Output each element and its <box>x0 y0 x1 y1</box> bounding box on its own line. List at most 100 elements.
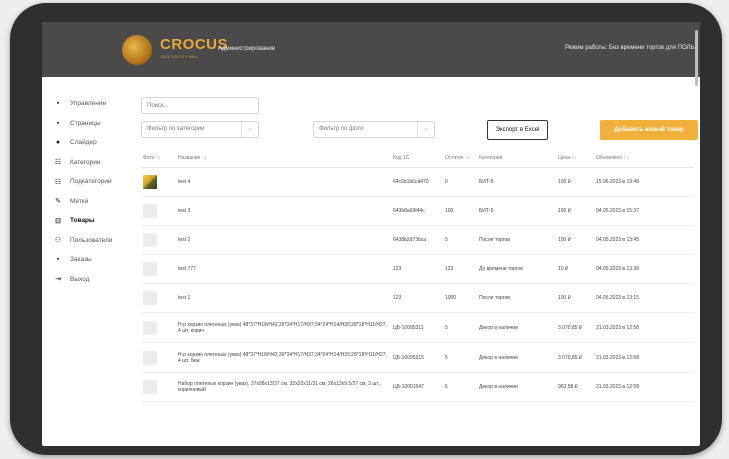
cell-stock: 100 <box>443 196 477 226</box>
table-row[interactable]: test 777 123 123 До времени торгов 10 ₽04.05… <box>141 254 694 284</box>
sidebar-item-0[interactable]: ▪ Управление <box>42 94 138 114</box>
table-row[interactable]: test 4 64c0b1b6c4470 0 БИТ-5 100 ₽15.06.2023… <box>141 167 694 197</box>
column-header[interactable]: Название ↑↓ <box>176 148 391 168</box>
category-filter-select[interactable]: Фильтр по категории ⌄ <box>141 121 259 138</box>
scrollbar[interactable] <box>695 30 698 86</box>
photo-cell <box>141 283 176 313</box>
photo-filter-select[interactable]: Фильтр по фото ⌄ <box>313 121 435 138</box>
photo-filter-placeholder: Фильтр по фото <box>319 126 364 132</box>
cell-category: После торгов <box>477 283 556 313</box>
image-placeholder-icon[interactable] <box>143 320 157 335</box>
sidebar-item-label: Слайдер <box>70 139 97 147</box>
cell-updated: 04.05.2023 в 13:38 <box>594 254 694 284</box>
photo-cell <box>141 196 176 226</box>
sidebar-item-8[interactable]: ▪ Заказы <box>42 250 138 270</box>
cell-category: Декор в наличии <box>477 312 556 343</box>
products-icon: ⊡ <box>55 217 61 225</box>
photo-cell <box>141 342 176 373</box>
crocus-logo-icon[interactable] <box>122 35 152 65</box>
table-row[interactable]: Набор плетеных корзин (уваз), 37х28х13/3… <box>141 372 694 402</box>
column-header[interactable]: Цена ↑↓ <box>556 148 594 168</box>
sidebar-item-label: Товары <box>70 217 95 225</box>
cell-stock: 5 <box>443 225 477 255</box>
sidebar-item-6[interactable]: ⊡ Товары <box>42 211 138 231</box>
cell-code: 64c0b1b6c4470 <box>391 167 443 197</box>
photo-cell <box>141 312 176 343</box>
image-placeholder-icon[interactable] <box>143 291 157 305</box>
table-row[interactable]: Н-р корзин плетеных (уваз) 48*37*Н18/Н42… <box>141 342 694 373</box>
sidebar-item-5[interactable]: ✎ Метки <box>42 192 138 212</box>
cell-name[interactable]: test 2 <box>176 225 391 255</box>
cell-stock: 123 <box>443 254 477 284</box>
subcategories-icon: ☷ <box>54 178 62 186</box>
cell-category: После торгов <box>477 225 556 255</box>
sidebar: ▪ Управление ▪ Страницы ● Слайдер ☷ Категории ☷ П… <box>42 94 138 289</box>
sidebar-item-label: Пользователи <box>70 236 113 244</box>
sidebar-item-label: Управление <box>70 100 107 108</box>
table-row[interactable]: test 2 6438b2d73bca 5 После торгов 100 ₽04.0… <box>141 225 694 255</box>
table-row[interactable]: Н-р корзин плетеных (уваз) 48*37*Н18/Н42… <box>141 312 694 343</box>
column-header[interactable]: Обновлено ↑↓ <box>594 148 694 168</box>
cell-code: 123 <box>391 254 443 284</box>
cell-category: Декор в наличии <box>477 372 556 402</box>
cell-name[interactable]: Набор плетеных корзин (уваз), 37х28х13/3… <box>176 372 391 402</box>
cell-price: 100 ₽ <box>556 167 594 197</box>
logo-subtitle: CROCUS CITY HALL <box>160 54 199 59</box>
column-header[interactable]: Фото ↑↓ <box>141 148 176 168</box>
cell-name[interactable]: test 3 <box>176 196 391 226</box>
table-header-row: Фото ↑↓ Название ↑↓ Код 1С Остаток ↑↓ Катего… <box>141 148 694 168</box>
sidebar-item-2[interactable]: ● Слайдер <box>42 133 138 153</box>
table-row[interactable]: test 1 123 1000 После торгов 100 ₽04.05.2023… <box>141 283 694 313</box>
admin-title: Администрирование <box>218 46 276 52</box>
cell-updated: 21.03.2023 в 12:58 <box>594 372 694 402</box>
image-placeholder-icon[interactable] <box>143 262 157 276</box>
export-excel-button[interactable]: Экспорт в Excel <box>487 120 548 140</box>
pages-icon: ▪ <box>56 119 60 127</box>
add-product-button[interactable]: Добавить новый товар <box>600 120 698 140</box>
cell-updated: 04.05.2023 в 13:45 <box>594 225 694 255</box>
sidebar-item-9[interactable]: ⇥ Выход <box>42 270 138 290</box>
sidebar-item-4[interactable]: ☷ Подкатегории <box>42 172 138 192</box>
cell-price: 3 070,85 ₽ <box>556 312 594 343</box>
cell-code: 6438b2d73bca <box>391 225 443 255</box>
logout-icon: ⇥ <box>55 276 61 284</box>
photo-cell <box>141 372 176 402</box>
cell-name[interactable]: test 4 <box>176 167 391 197</box>
image-placeholder-icon[interactable] <box>143 233 157 247</box>
category-filter-placeholder: Фильтр по категории <box>147 126 205 132</box>
sidebar-item-7[interactable]: ⚇ Пользователи <box>42 231 138 251</box>
cell-stock: 0 <box>443 167 477 197</box>
dashboard-icon: ▪ <box>56 100 60 108</box>
cell-category: БИТ-5 <box>477 167 556 197</box>
cell-updated: 21.03.2023 в 12:58 <box>594 342 694 373</box>
cell-name[interactable]: test 1 <box>176 283 391 313</box>
column-header[interactable]: Остаток ↑↓ <box>443 148 477 168</box>
column-header[interactable]: Категория <box>477 148 556 168</box>
cell-code: ЦБ-10001547 <box>391 372 443 402</box>
search-input[interactable]: Поиск... <box>141 97 259 114</box>
cell-code: ЦБ-10095315 <box>391 342 443 373</box>
column-header[interactable]: Код 1С <box>391 148 443 168</box>
image-placeholder-icon[interactable] <box>143 204 157 218</box>
cell-stock: 5 <box>443 342 477 373</box>
product-thumbnail[interactable] <box>143 175 157 189</box>
sidebar-item-1[interactable]: ▪ Страницы <box>42 114 138 134</box>
photo-cell <box>141 225 176 255</box>
sidebar-item-label: Метки <box>70 197 89 205</box>
image-placeholder-icon[interactable] <box>143 350 157 365</box>
cell-price: 100 ₽ <box>556 196 594 226</box>
cell-updated: 21.03.2023 в 12:58 <box>594 312 694 343</box>
sidebar-item-label: Подкатегории <box>70 178 112 186</box>
cell-name[interactable]: Н-р корзин плетеных (уваз) 48*37*Н18/Н42… <box>176 342 391 373</box>
table-row[interactable]: test 3 643b8a69f44c 100 БИТ-5 100 ₽04.05.202… <box>141 196 694 226</box>
top-bar: CROCUS CROCUS CITY HALL Администрировани… <box>42 22 700 86</box>
cell-name[interactable]: Н-р корзин плетеных (уваз) 48*37*Н18/Н42… <box>176 312 391 343</box>
orders-icon: ▪ <box>56 256 60 264</box>
cell-code: 643b8a69f44c <box>391 196 443 226</box>
cell-name[interactable]: test 777 <box>176 254 391 284</box>
image-placeholder-icon[interactable] <box>143 380 157 394</box>
photo-cell <box>141 254 176 284</box>
sidebar-item-label: Заказы <box>70 256 92 264</box>
sidebar-item-3[interactable]: ☷ Категории <box>42 153 138 173</box>
cell-price: 10 ₽ <box>556 254 594 284</box>
